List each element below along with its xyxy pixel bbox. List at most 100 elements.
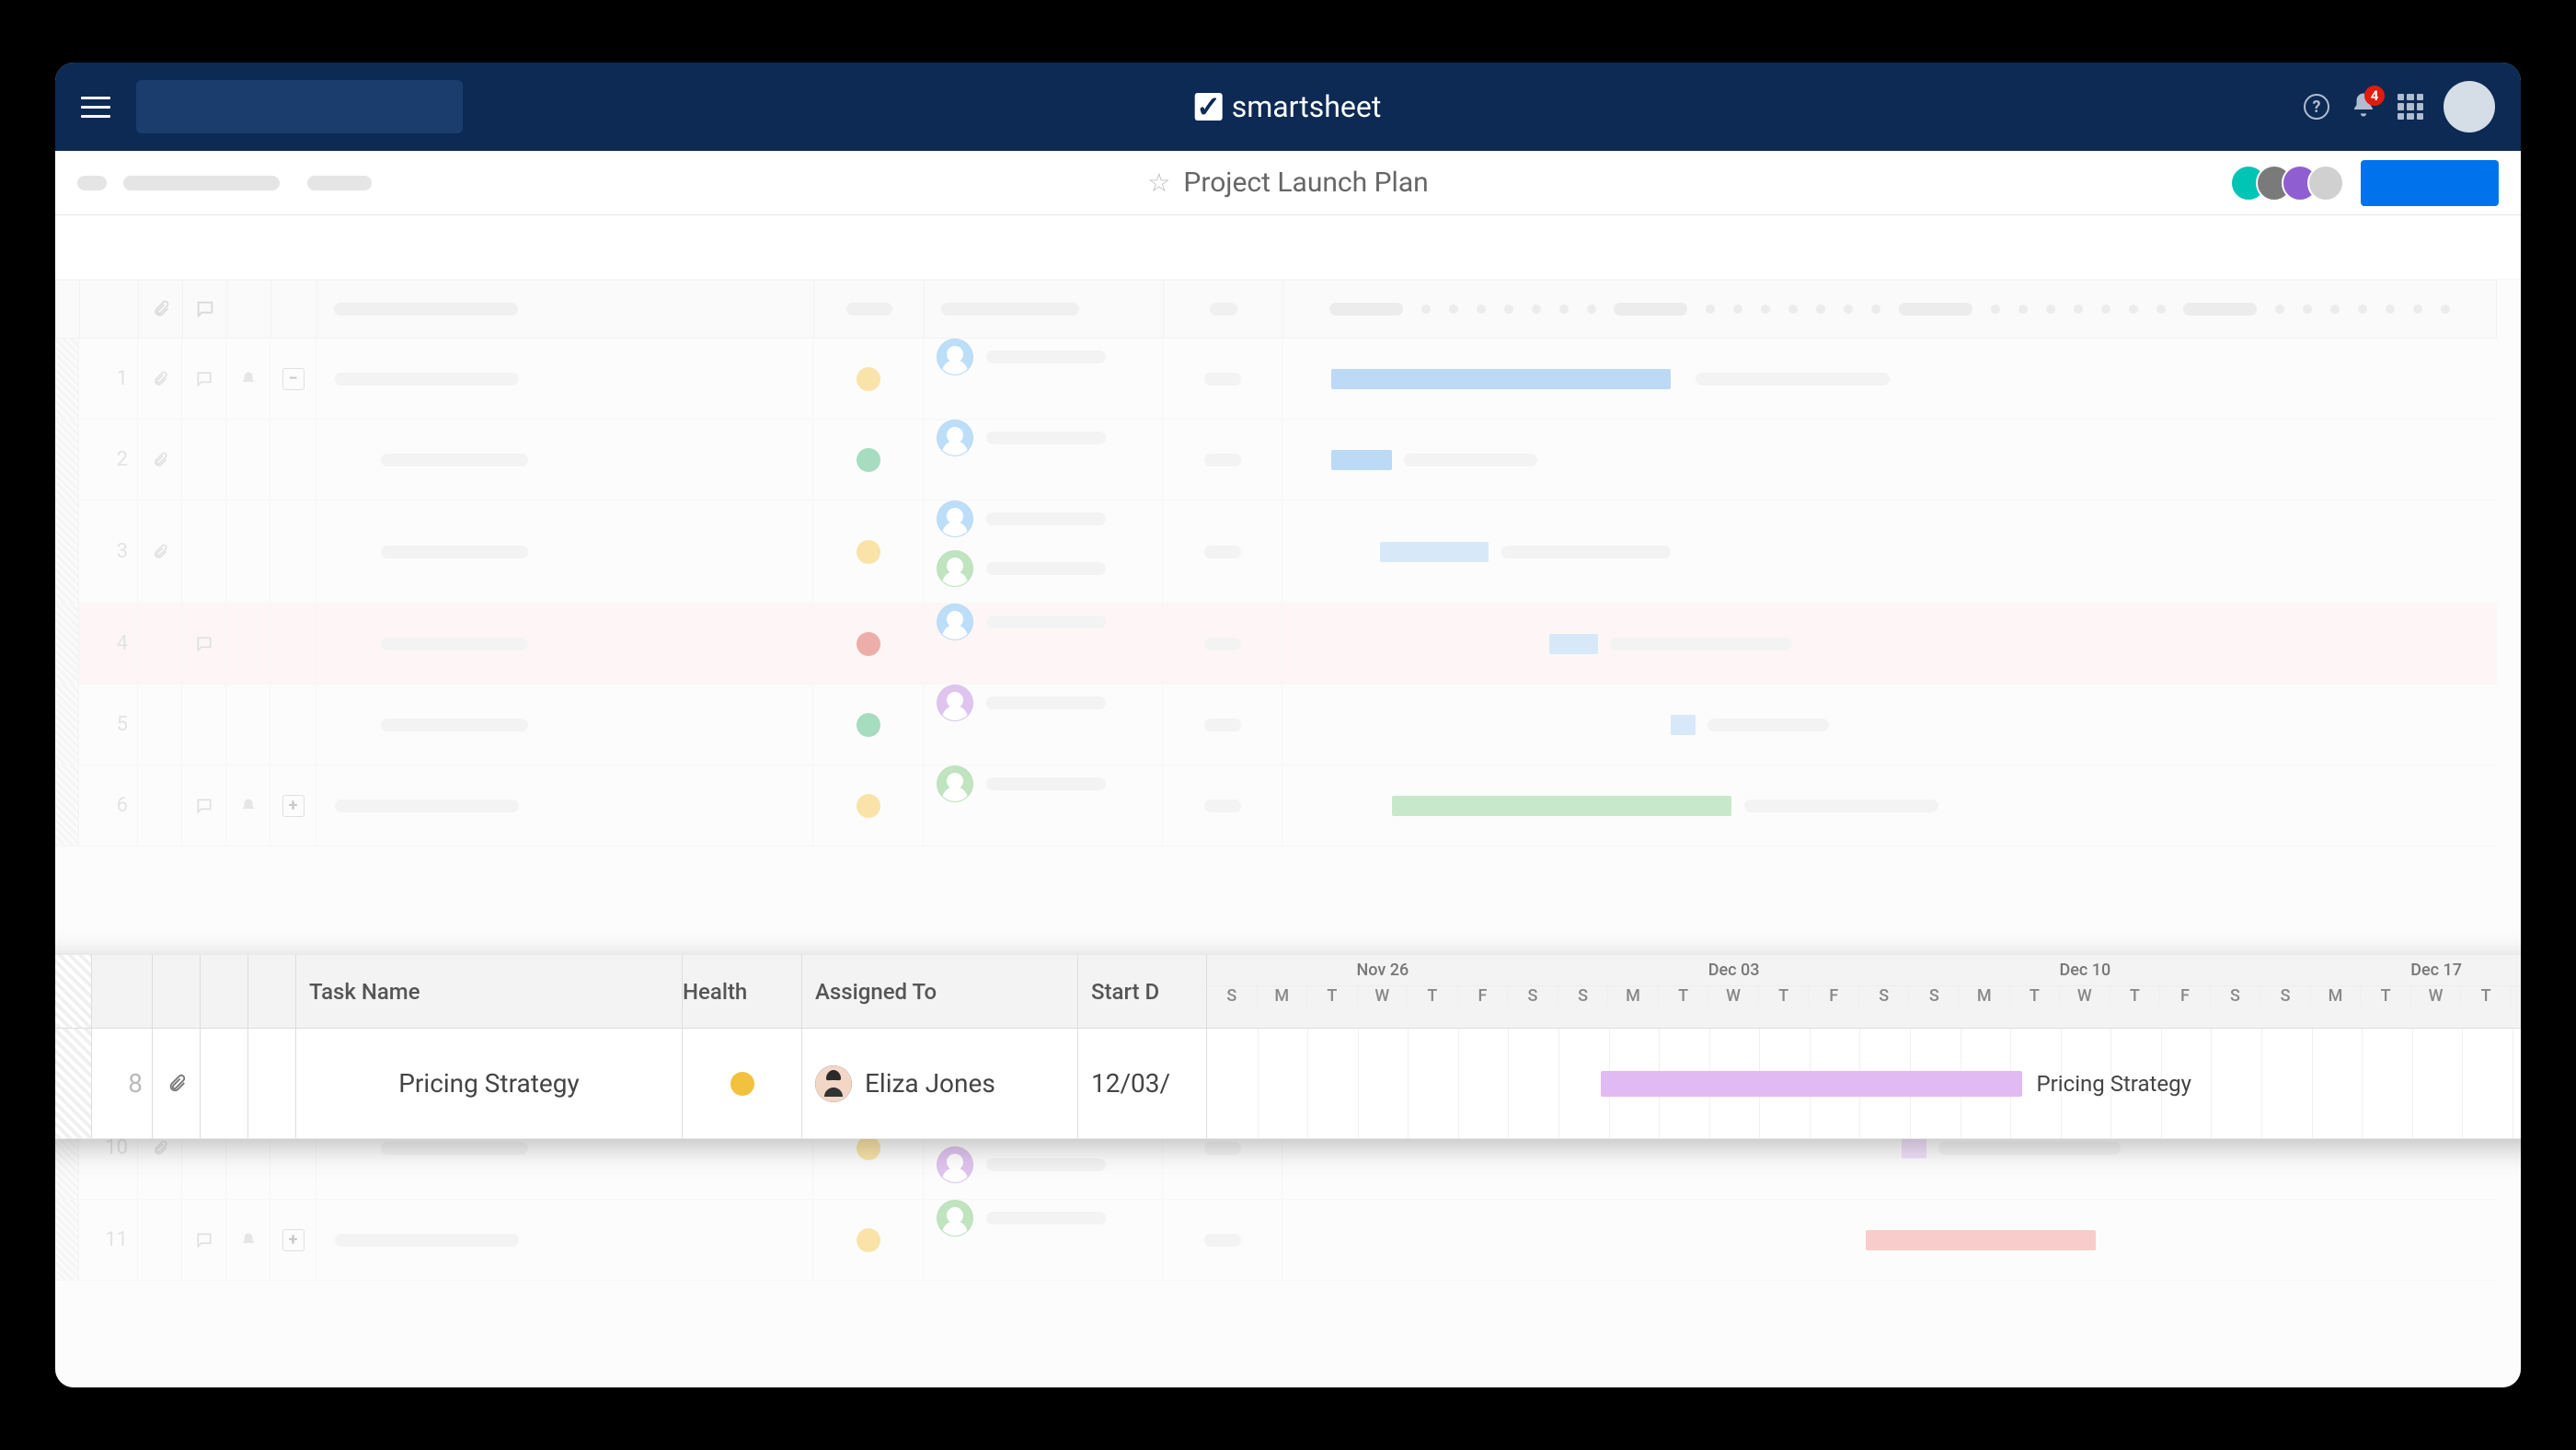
row-bell[interactable] <box>248 1029 296 1138</box>
taskname-cell[interactable] <box>316 420 813 500</box>
row-assignee[interactable]: Eliza Jones <box>802 1029 1078 1138</box>
table-row[interactable]: 4 <box>55 604 2497 685</box>
comment-cell[interactable] <box>182 501 226 603</box>
taskname-cell[interactable] <box>316 765 813 846</box>
col-health[interactable]: Health <box>683 955 802 1028</box>
bell-cell[interactable] <box>226 339 270 419</box>
gantt-cell[interactable] <box>1282 685 2497 765</box>
taskname-cell[interactable] <box>316 339 813 419</box>
gantt-cell[interactable] <box>1282 339 2497 419</box>
start-cell[interactable] <box>1163 685 1282 765</box>
rows-area: 1−23456+91011+ <box>55 339 2497 1387</box>
row-comment[interactable] <box>201 1029 248 1138</box>
row-taskname[interactable]: Pricing Strategy <box>296 1029 683 1138</box>
row-timeline[interactable]: Pricing Strategy <box>1207 1029 2521 1138</box>
table-row[interactable]: 3 <box>55 501 2497 604</box>
attach-cell[interactable] <box>138 765 182 846</box>
bell-cell[interactable] <box>226 1200 270 1280</box>
gantt-bar[interactable] <box>1601 1071 2022 1097</box>
table-row[interactable]: 2 <box>55 420 2497 501</box>
gantt-cell[interactable] <box>1282 420 2497 500</box>
profile-avatar[interactable] <box>2444 81 2495 132</box>
assignee-cell[interactable] <box>924 604 1163 684</box>
bell-cell[interactable] <box>226 685 270 765</box>
attach-cell[interactable] <box>138 420 182 500</box>
comment-cell[interactable] <box>182 420 226 500</box>
gantt-cell[interactable] <box>1282 501 2497 603</box>
bell-cell[interactable] <box>226 765 270 846</box>
attach-cell[interactable] <box>138 1200 182 1280</box>
comment-cell[interactable] <box>182 765 226 846</box>
assignee-cell[interactable] <box>924 1200 1163 1280</box>
collapse-cell[interactable]: + <box>270 1200 316 1280</box>
table-row[interactable]: 6+ <box>55 765 2497 846</box>
collapse-cell[interactable]: − <box>270 339 316 419</box>
header-health <box>814 281 925 338</box>
gantt-cell[interactable] <box>1282 765 2497 846</box>
gantt-bar[interactable] <box>1392 796 1732 816</box>
taskname-cell[interactable] <box>316 1200 813 1280</box>
header-comment <box>183 281 227 338</box>
gantt-bar[interactable] <box>1866 1230 2097 1250</box>
menu-icon[interactable] <box>81 87 120 126</box>
start-cell[interactable] <box>1163 1200 1282 1280</box>
attach-cell[interactable] <box>138 604 182 684</box>
collapse-cell[interactable] <box>270 685 316 765</box>
start-cell[interactable] <box>1163 420 1282 500</box>
assignee-cell[interactable] <box>924 685 1163 765</box>
table-row[interactable]: 5 <box>55 685 2497 765</box>
nav-search-placeholder[interactable] <box>136 80 463 133</box>
gantt-bar[interactable] <box>1380 542 1489 562</box>
start-cell[interactable] <box>1163 604 1282 684</box>
gantt-bar[interactable] <box>1671 715 1695 735</box>
collaborator-avatar[interactable] <box>2307 165 2344 201</box>
collapse-cell[interactable] <box>270 604 316 684</box>
attach-cell[interactable] <box>138 339 182 419</box>
start-cell[interactable] <box>1163 765 1282 846</box>
help-icon[interactable]: ? <box>2304 94 2329 120</box>
gantt-bar[interactable] <box>1549 634 1598 654</box>
comment-cell[interactable] <box>182 1200 226 1280</box>
gantt-bar[interactable] <box>1331 369 1672 389</box>
comment-cell[interactable] <box>182 685 226 765</box>
bell-cell[interactable] <box>226 501 270 603</box>
row-start[interactable]: 12/03/ <box>1078 1029 1207 1138</box>
col-assigned[interactable]: Assigned To <box>802 955 1078 1028</box>
star-icon[interactable]: ☆ <box>1147 167 1170 198</box>
attach-cell[interactable] <box>138 685 182 765</box>
gantt-cell[interactable] <box>1282 604 2497 684</box>
share-button[interactable] <box>2361 160 2499 206</box>
apps-icon[interactable] <box>2398 94 2423 120</box>
assignee-cell[interactable] <box>924 420 1163 500</box>
week-label: Dec 03 <box>1558 955 1910 986</box>
gantt-bar[interactable] <box>1902 1138 1926 1158</box>
attach-cell[interactable] <box>138 501 182 603</box>
col-taskname[interactable]: Task Name <box>296 955 683 1028</box>
row-attach[interactable] <box>153 1029 201 1138</box>
taskname-cell[interactable] <box>316 604 813 684</box>
table-row[interactable]: 1− <box>55 339 2497 420</box>
gantt-cell[interactable] <box>1282 1200 2497 1280</box>
collaborator-stack[interactable] <box>2241 165 2344 201</box>
collapse-cell[interactable] <box>270 420 316 500</box>
bell-cell[interactable] <box>226 420 270 500</box>
collapse-cell[interactable] <box>270 501 316 603</box>
comment-cell[interactable] <box>182 604 226 684</box>
gantt-bar[interactable] <box>1331 450 1392 470</box>
taskname-cell[interactable] <box>316 685 813 765</box>
taskname-cell[interactable] <box>316 501 813 603</box>
bell-cell[interactable] <box>226 604 270 684</box>
table-row[interactable]: 11+ <box>55 1200 2497 1281</box>
assignee-cell[interactable] <box>924 339 1163 419</box>
start-cell[interactable] <box>1163 339 1282 419</box>
assignee-cell[interactable] <box>924 501 1163 603</box>
assignee-cell[interactable] <box>924 765 1163 846</box>
start-cell[interactable] <box>1163 501 1282 603</box>
notifications-button[interactable]: 4 <box>2350 91 2377 122</box>
highlight-row[interactable]: 8 Pricing Strategy Eliza Jones 12/03/ Pr… <box>55 1029 2521 1139</box>
table-row[interactable] <box>55 846 2497 920</box>
comment-cell[interactable] <box>182 339 226 419</box>
col-start[interactable]: Start D <box>1078 955 1207 1028</box>
collapse-cell[interactable]: + <box>270 765 316 846</box>
timeline-week: Dec 03SMTWTFS <box>1558 955 1910 1006</box>
